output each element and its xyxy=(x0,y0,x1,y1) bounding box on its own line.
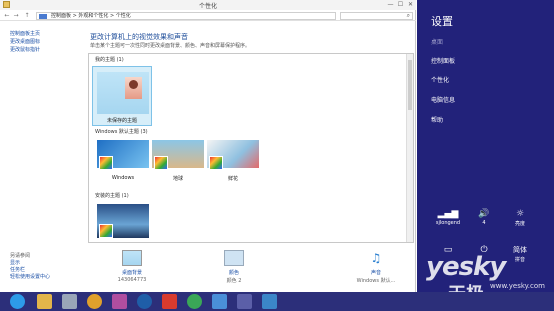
theme-caption: 地球 xyxy=(172,176,183,182)
theme-earth[interactable]: 地球 xyxy=(152,140,204,184)
scrollbar[interactable] xyxy=(406,54,413,242)
sound-button[interactable]: ♫ 声音 Windows 默认... xyxy=(346,246,406,292)
desktop-background-value: 143064773 xyxy=(117,277,147,283)
desktop-background-button[interactable]: 桌面背景 143064773 xyxy=(102,246,162,292)
charm-item-pc-info[interactable]: 电脑信息 xyxy=(431,95,455,104)
nav-link-home[interactable]: 控制面板主页 xyxy=(10,30,84,38)
address-bar-row: ← → ↑ 控制面板 > 外观和个性化 > 个性化 ⌕ xyxy=(0,11,416,21)
charm-item-help[interactable]: 帮助 xyxy=(431,115,443,124)
color-swatch-icon xyxy=(154,156,168,170)
see-also-ease-of-access[interactable]: 轻松使用设置中心 xyxy=(10,274,84,281)
section-installed-themes: 安装的主题 (1) xyxy=(95,193,129,199)
back-button[interactable]: ← xyxy=(4,13,10,19)
control-panel-icon xyxy=(39,14,47,19)
see-also-heading: 另请参阅 xyxy=(10,253,31,259)
nav-link-desktop-icons[interactable]: 更改桌面图标 xyxy=(10,38,84,46)
hp-icon[interactable] xyxy=(137,294,152,309)
close-button[interactable]: ✕ xyxy=(406,0,415,9)
address-field[interactable]: 控制面板 > 外观和个性化 > 个性化 xyxy=(36,12,336,20)
left-nav: 控制面板主页 更改桌面图标 更改鼠标指针 xyxy=(10,30,84,54)
network-button[interactable]: ▂▄▆ sjlongend xyxy=(431,208,465,226)
forward-button[interactable]: → xyxy=(13,13,19,19)
section-default-themes: Windows 默认主题 (3) xyxy=(95,129,148,135)
sound-icon: ♫ xyxy=(370,251,382,265)
personalization-window: 个性化 — ☐ ✕ ← → ↑ 控制面板 > 外观和个性化 > 个性化 ⌕ 控制… xyxy=(0,0,416,292)
section-my-themes: 我的主题 (1) xyxy=(95,57,124,63)
charm-item-desktop: 桌面 xyxy=(431,39,444,46)
control-panel-icon[interactable] xyxy=(262,294,277,309)
minimize-button[interactable]: — xyxy=(386,0,395,9)
watermark-site: www.yesky.com xyxy=(490,282,545,290)
volume-icon: 🔊 xyxy=(478,209,490,219)
search-input[interactable]: ⌕ xyxy=(340,12,413,20)
ie-icon[interactable] xyxy=(10,294,25,309)
app-icon[interactable] xyxy=(162,294,177,309)
theme-windows[interactable]: Windows xyxy=(97,140,149,184)
volume-button[interactable]: 🔊 4 xyxy=(467,208,501,226)
app-icon[interactable] xyxy=(112,294,127,309)
app-icon[interactable] xyxy=(62,294,77,309)
page-title: 更改计算机上的视觉效果和声音 xyxy=(90,33,188,41)
chrome-icon[interactable] xyxy=(187,294,202,309)
search-icon: ⌕ xyxy=(406,12,410,19)
theme-caption: Windows xyxy=(111,175,135,181)
see-also-display[interactable]: 显示 xyxy=(10,260,84,267)
brightness-icon: ☼ xyxy=(515,209,525,219)
charm-item-control-panel[interactable]: 控制面板 xyxy=(431,56,455,65)
color-icon xyxy=(224,250,244,266)
color-value: 颜色 2 xyxy=(226,278,242,284)
color-swatch-icon xyxy=(99,156,113,170)
title-bar: 个性化 — ☐ ✕ xyxy=(0,0,416,10)
file-explorer-icon[interactable] xyxy=(37,294,52,309)
theme-list: 我的主题 (1) 未保存的主题 Windows 默认主题 (3) Windows… xyxy=(88,53,414,243)
desktop-background-icon xyxy=(122,250,142,266)
volume-label: 4 xyxy=(482,220,486,226)
media-player-icon[interactable] xyxy=(87,294,102,309)
color-swatch-icon xyxy=(99,224,113,238)
brightness-label: 亮度 xyxy=(514,221,525,227)
network-label: sjlongend xyxy=(435,220,461,226)
browser-icon[interactable] xyxy=(212,294,227,309)
charm-item-personalization[interactable]: 个性化 xyxy=(431,75,449,84)
charm-title: 设置 xyxy=(431,15,453,28)
theme-caption: 未保存的主题 xyxy=(106,118,137,124)
signal-icon: ▂▄▆ xyxy=(437,209,459,219)
brightness-button[interactable]: ☼ 亮度 xyxy=(503,208,537,227)
scrollbar-thumb[interactable] xyxy=(408,60,412,110)
watermark-brand: yesky xyxy=(426,252,506,282)
portrait-image xyxy=(125,77,142,99)
color-button[interactable]: 颜色 颜色 2 xyxy=(204,246,264,292)
sound-value: Windows 默认... xyxy=(356,278,396,284)
theme-flowers[interactable]: 鲜花 xyxy=(207,140,259,184)
nav-link-mouse-pointer[interactable]: 更改鼠标指针 xyxy=(10,46,84,54)
window-title: 个性化 xyxy=(198,3,217,10)
up-button[interactable]: ↑ xyxy=(24,13,30,19)
color-label: 颜色 xyxy=(228,270,239,276)
see-also: 另请参阅 显示 任务栏 轻松使用设置中心 xyxy=(10,253,84,281)
sound-label: 声音 xyxy=(370,270,381,276)
breadcrumb: 控制面板 > 外观和个性化 > 个性化 xyxy=(51,13,131,19)
see-also-taskbar[interactable]: 任务栏 xyxy=(10,267,84,274)
theme-installed[interactable] xyxy=(97,204,149,242)
app-icon[interactable] xyxy=(237,294,252,309)
color-swatch-icon xyxy=(209,156,223,170)
page-subtitle: 单击某个主题可一次性同时更改桌面背景、颜色、声音和屏幕保护程序。 xyxy=(90,43,251,49)
desktop-background-label: 桌面背景 xyxy=(121,270,142,276)
taskbar xyxy=(0,292,554,311)
theme-settings-bar: 桌面背景 143064773 颜色 颜色 2 ♫ 声音 Windows 默认..… xyxy=(88,246,414,292)
maximize-button[interactable]: ☐ xyxy=(396,0,405,9)
theme-unsaved[interactable]: 未保存的主题 xyxy=(92,66,152,126)
theme-caption: 鲜花 xyxy=(227,176,238,182)
settings-charm-pane: 设置 桌面 控制面板 个性化 电脑信息 帮助 ▂▄▆ sjlongend 🔊 4… xyxy=(417,0,554,292)
